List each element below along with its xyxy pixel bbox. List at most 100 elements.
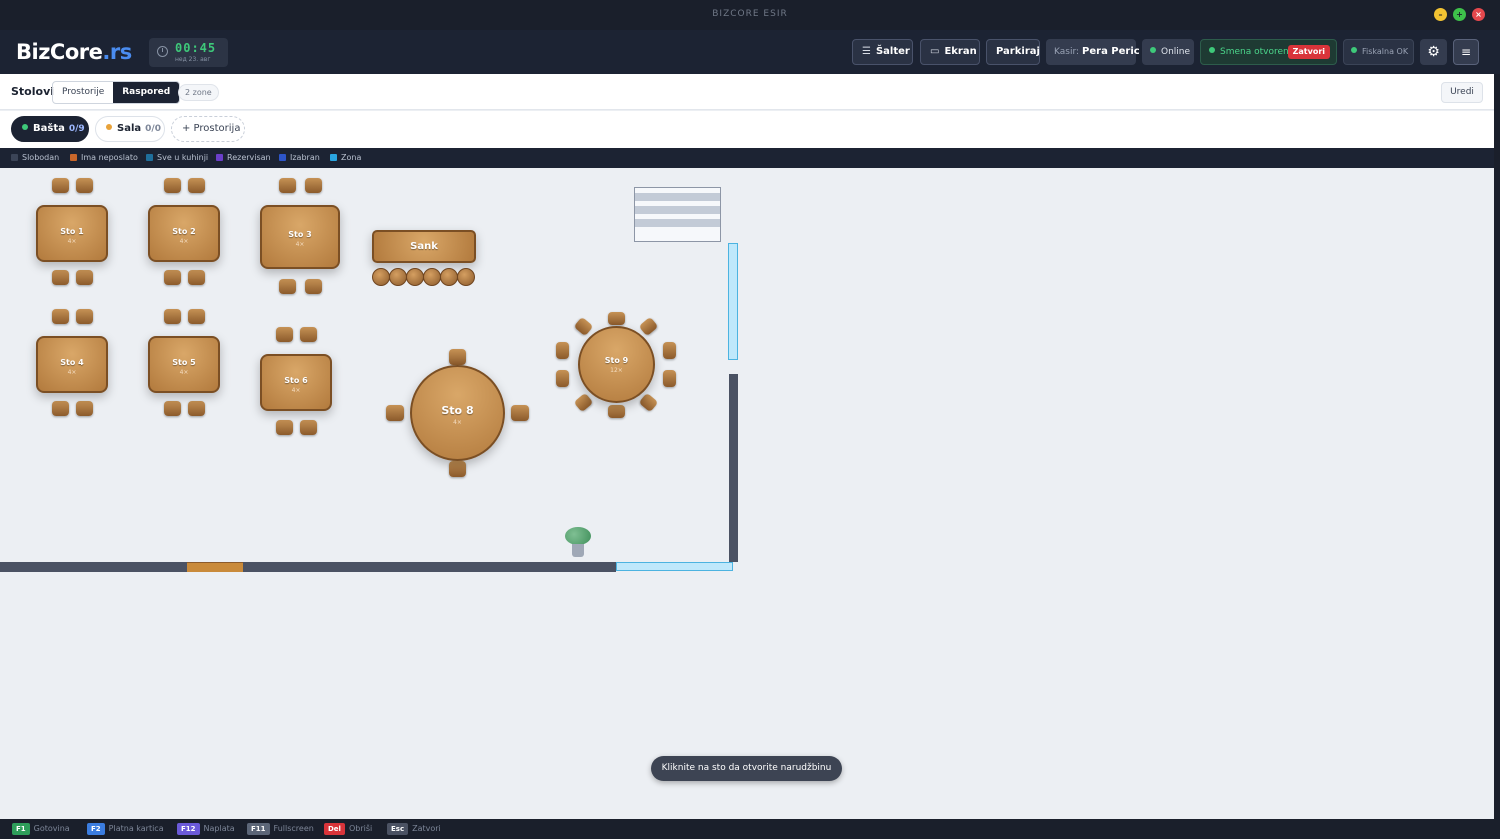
chair [279,178,296,193]
chair [52,401,69,416]
app-header: BizCore.rs 00:45 нед 23. авг ☰ Šalter ▭ Ek… [0,30,1500,74]
menu-button[interactable]: ≡ [1453,39,1479,65]
chair [188,309,205,324]
chair [76,270,93,285]
clock-time: 00:45 [175,41,217,55]
legend-item: Zona [330,153,361,162]
shift-dot-icon [1209,47,1215,53]
tables-toolbar: Stolovi Prostorije Raspored 2 zone Uredi [0,74,1494,110]
wall [243,562,616,572]
close-shift-button[interactable]: Zatvori [1287,45,1330,59]
cashier-badge: Kasir: Pera Peric [1046,39,1140,65]
table-sto-6[interactable]: Sto 6 4× [260,354,332,411]
chair [386,405,404,421]
legend-item: Ima neposlato [70,153,138,162]
hamburger-icon: ≡ [1460,45,1472,59]
legend-item: Sve u kuhinji [146,153,208,162]
clock-date: нед 23. авг [175,56,211,63]
view-toggle: Prostorije Raspored [52,81,181,104]
floor-plan [0,168,1494,819]
wall [0,562,187,572]
table-sto-1[interactable]: Sto 1 4× [36,205,108,262]
hint-toast: Kliknite na sto da otvorite narudžbinu [651,756,842,781]
legend-item: Rezervisan [216,153,271,162]
chair [300,327,317,342]
chair [305,279,322,294]
stairs [634,187,721,242]
stool [372,268,390,286]
chair [511,405,529,421]
room-tab-basta[interactable]: Bašta 0/9 [11,116,89,142]
shift-status: Smena otvorena Zatvori [1200,39,1337,65]
chair [608,405,625,418]
scrollbar[interactable] [1494,74,1500,819]
edit-button[interactable]: Uredi [1441,82,1483,103]
room-dot-icon [22,124,28,130]
tab-prostorije[interactable]: Prostorije [53,82,113,103]
chair [52,270,69,285]
parkiraj-button[interactable]: Parkiraj [986,39,1040,65]
chair [276,420,293,435]
chair [663,370,676,387]
fiscal-status: Fiskalna OK [1343,39,1414,65]
chair [52,178,69,193]
stool [457,268,475,286]
chair [76,401,93,416]
chair [449,461,466,477]
window-title: BIZCORE ESIR [712,9,788,19]
shortcut-naplata[interactable]: F12 Naplata [177,823,235,835]
table-sto-3[interactable]: Sto 3 4× [260,205,340,269]
chair [188,401,205,416]
door [187,562,243,572]
logo: BizCore.rs [16,40,132,64]
glass-wall [728,243,738,360]
chair [276,327,293,342]
close-button[interactable]: × [1472,8,1485,21]
status-legend: Slobodan Ima neposlato Sve u kuhinji Rez… [0,148,1494,168]
chair [556,342,569,359]
shortcut-gotovina[interactable]: F1 Gotovina [12,823,70,835]
monitor-icon: ▭ [930,46,940,57]
room-tab-sala[interactable]: Sala 0/0 [95,116,165,142]
table-sto-8[interactable]: Sto 8 4× [410,365,505,461]
chair [663,342,676,359]
salter-button[interactable]: ☰ Šalter [852,39,913,65]
chair [449,349,466,365]
room-dot-icon [106,124,112,130]
shortcut-zatvori[interactable]: Esc Zatvori [387,823,441,835]
chair [164,178,181,193]
shortcut-fullscreen[interactable]: F11 Fullscreen [247,823,314,835]
tab-raspored[interactable]: Raspored [113,82,180,103]
table-sto-4[interactable]: Sto 4 4× [36,336,108,393]
ekran-button[interactable]: ▭ Ekran [920,39,980,65]
table-sto-5[interactable]: Sto 5 4× [148,336,220,393]
page-title: Stolovi [11,85,55,98]
fiscal-dot-icon [1351,47,1357,53]
stool [389,268,407,286]
chair [188,178,205,193]
chair [300,420,317,435]
bar-counter[interactable]: Sank [372,230,476,263]
settings-button[interactable]: ⚙ [1420,39,1447,65]
table-sto-9[interactable]: Sto 9 12× [578,326,655,403]
wall [729,374,738,562]
maximize-button[interactable]: + [1453,8,1466,21]
cashier-name: Pera Peric [1082,46,1140,57]
chair [164,401,181,416]
glass-wall [616,562,733,571]
minimize-button[interactable]: – [1434,8,1447,21]
shortcut-bar: F1 Gotovina F2 Platna kartica F12 Naplata F… [0,819,1500,839]
table-sto-2[interactable]: Sto 2 4× [148,205,220,262]
add-room-button[interactable]: + Prostorija [171,116,245,142]
chair [305,178,322,193]
plant-icon [565,527,591,557]
shortcut-obrisi[interactable]: Del Obriši [324,823,372,835]
legend-item: Izabran [279,153,320,162]
chair [52,309,69,324]
chair [76,178,93,193]
room-tabs: Bašta 0/9 Sala 0/0 + Prostorija [0,111,1494,148]
shortcut-kartica[interactable]: F2 Platna kartica [87,823,164,835]
stool [406,268,424,286]
online-dot-icon [1150,47,1156,53]
clock-icon [157,46,168,57]
